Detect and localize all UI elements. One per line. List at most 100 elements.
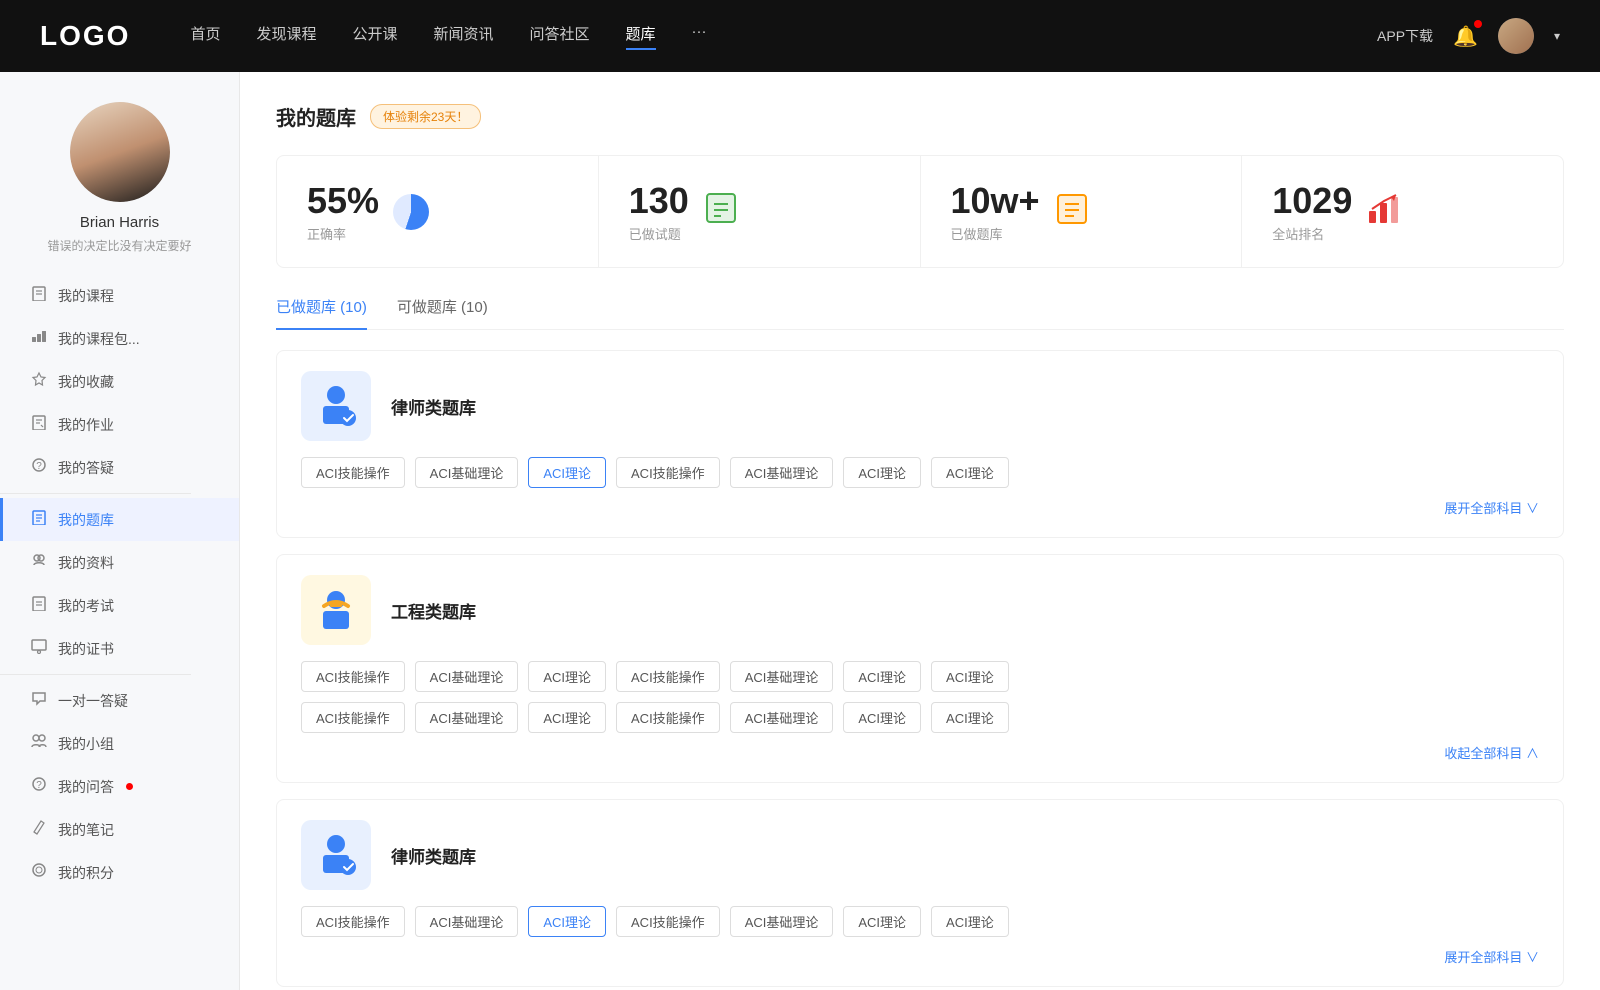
trial-badge: 体验剩余23天！ bbox=[370, 104, 481, 129]
nav-news[interactable]: 新闻资讯 bbox=[434, 23, 494, 50]
done-banks-icon bbox=[1054, 191, 1090, 232]
tab-done-banks[interactable]: 已做题库 (10) bbox=[276, 296, 367, 329]
svg-text:?: ? bbox=[36, 780, 42, 791]
tab-available-banks[interactable]: 可做题库 (10) bbox=[397, 296, 488, 329]
nav-home[interactable]: 首页 bbox=[190, 23, 220, 50]
qbank-lawyer-1-footer: 展开全部科目 ∨ bbox=[301, 498, 1539, 517]
sidebar-item-groups[interactable]: 我的小组 bbox=[0, 722, 239, 765]
sidebar-item-certificates[interactable]: 我的证书 bbox=[0, 627, 239, 670]
sidebar-item-questions-label: 我的答疑 bbox=[58, 458, 114, 478]
qbank-engineer-footer: 收起全部科目 ∧ bbox=[301, 743, 1539, 762]
tag-eng-5[interactable]: ACI基础理论 bbox=[730, 661, 834, 692]
nav-discover[interactable]: 发现课程 bbox=[256, 23, 316, 50]
expand-lawyer-1-link[interactable]: 展开全部科目 ∨ bbox=[1444, 498, 1539, 517]
sidebar-item-course-package[interactable]: 我的课程包... bbox=[0, 317, 239, 360]
sidebar-item-notes-label: 我的笔记 bbox=[58, 820, 114, 840]
tutoring-icon bbox=[30, 690, 48, 711]
avatar[interactable] bbox=[1498, 18, 1534, 54]
qbank-card-engineer: 工程类题库 ACI技能操作 ACI基础理论 ACI理论 ACI技能操作 ACI基… bbox=[276, 554, 1564, 783]
tag-eng-14[interactable]: ACI理论 bbox=[931, 702, 1009, 733]
rank-icon bbox=[1366, 191, 1402, 232]
sidebar-item-materials[interactable]: 我的资料 bbox=[0, 541, 239, 584]
sidebar-avatar-image bbox=[70, 102, 170, 202]
accuracy-pie-icon bbox=[393, 194, 429, 230]
collapse-engineer-link[interactable]: 收起全部科目 ∧ bbox=[1444, 743, 1539, 762]
tag-lawyer1-4[interactable]: ACI技能操作 bbox=[616, 457, 720, 488]
favorites-icon bbox=[30, 371, 48, 392]
notification-bell[interactable]: 🔔 bbox=[1453, 24, 1478, 49]
qbank-lawyer-2-icon-wrap bbox=[301, 820, 371, 890]
sidebar-item-questionbank[interactable]: 我的题库 bbox=[0, 498, 239, 541]
tag-lawyer2-2[interactable]: ACI基础理论 bbox=[415, 906, 519, 937]
nav-right: APP下载 🔔 ▾ bbox=[1377, 18, 1560, 54]
sidebar-item-materials-label: 我的资料 bbox=[58, 553, 114, 573]
tag-eng-9[interactable]: ACI基础理论 bbox=[415, 702, 519, 733]
sidebar-item-homework[interactable]: 我的作业 bbox=[0, 403, 239, 446]
course-package-icon bbox=[30, 328, 48, 349]
sidebar-item-notes[interactable]: 我的笔记 bbox=[0, 808, 239, 851]
notes-icon bbox=[30, 819, 48, 840]
avatar-image bbox=[1498, 18, 1534, 54]
stats-row: 55% 正确率 130 已做试题 10w+ 已做题库 bbox=[276, 155, 1564, 268]
stat-rank: 1029 全站排名 bbox=[1242, 156, 1563, 267]
nav-opencourse[interactable]: 公开课 bbox=[352, 23, 397, 50]
tag-lawyer2-4[interactable]: ACI技能操作 bbox=[616, 906, 720, 937]
nav-questionbank[interactable]: 题库 bbox=[626, 23, 656, 50]
sidebar-item-tutoring[interactable]: 一对一答疑 bbox=[0, 679, 239, 722]
engineer-icon bbox=[310, 584, 362, 636]
tag-eng-3[interactable]: ACI理论 bbox=[528, 661, 606, 692]
logo[interactable]: LOGO bbox=[40, 20, 130, 52]
qbank-lawyer-2-title: 律师类题库 bbox=[391, 843, 476, 868]
tag-lawyer1-6[interactable]: ACI理论 bbox=[843, 457, 921, 488]
sidebar-item-my-questions[interactable]: ? 我的问答 bbox=[0, 765, 239, 808]
nav-more[interactable]: ··· bbox=[692, 23, 707, 50]
tag-lawyer2-5[interactable]: ACI基础理论 bbox=[730, 906, 834, 937]
tag-eng-7[interactable]: ACI理论 bbox=[931, 661, 1009, 692]
tag-lawyer2-6[interactable]: ACI理论 bbox=[843, 906, 921, 937]
tag-lawyer2-1[interactable]: ACI技能操作 bbox=[301, 906, 405, 937]
tag-eng-12[interactable]: ACI基础理论 bbox=[730, 702, 834, 733]
exams-icon bbox=[30, 595, 48, 616]
stat-done-questions-number: 130 bbox=[629, 180, 689, 222]
sidebar-avatar bbox=[70, 102, 170, 202]
tag-lawyer1-5[interactable]: ACI基础理论 bbox=[730, 457, 834, 488]
tag-lawyer2-7[interactable]: ACI理论 bbox=[931, 906, 1009, 937]
tag-eng-13[interactable]: ACI理论 bbox=[843, 702, 921, 733]
notification-badge bbox=[1474, 20, 1482, 28]
sidebar-item-exams-label: 我的考试 bbox=[58, 596, 114, 616]
tag-eng-6[interactable]: ACI理论 bbox=[843, 661, 921, 692]
tag-eng-4[interactable]: ACI技能操作 bbox=[616, 661, 720, 692]
qbank-card-engineer-header: 工程类题库 bbox=[301, 575, 1539, 645]
sidebar-item-favorites[interactable]: 我的收藏 bbox=[0, 360, 239, 403]
qbank-card-lawyer-2: 律师类题库 ACI技能操作 ACI基础理论 ACI理论 ACI技能操作 ACI基… bbox=[276, 799, 1564, 987]
sidebar-item-groups-label: 我的小组 bbox=[58, 734, 114, 754]
sidebar-item-points[interactable]: 我的积分 bbox=[0, 851, 239, 894]
stat-done-banks-left: 10w+ 已做题库 bbox=[951, 180, 1040, 243]
sidebar-item-my-courses[interactable]: 我的课程 bbox=[0, 274, 239, 317]
stat-rank-left: 1029 全站排名 bbox=[1272, 180, 1352, 243]
qbank-card-lawyer-2-header: 律师类题库 bbox=[301, 820, 1539, 890]
tag-lawyer1-2[interactable]: ACI基础理论 bbox=[415, 457, 519, 488]
tag-eng-8[interactable]: ACI技能操作 bbox=[301, 702, 405, 733]
lawyer-2-icon bbox=[310, 829, 362, 881]
nav-qa[interactable]: 问答社区 bbox=[530, 23, 590, 50]
sidebar: Brian Harris 错误的决定比没有决定要好 我的课程 我的课程包... … bbox=[0, 72, 240, 990]
tag-eng-1[interactable]: ACI技能操作 bbox=[301, 661, 405, 692]
tag-eng-10[interactable]: ACI理论 bbox=[528, 702, 606, 733]
tag-eng-11[interactable]: ACI技能操作 bbox=[616, 702, 720, 733]
tag-lawyer1-1[interactable]: ACI技能操作 bbox=[301, 457, 405, 488]
main-content: 我的题库 体验剩余23天！ 55% 正确率 130 已做试题 bbox=[240, 72, 1600, 990]
user-dropdown-chevron[interactable]: ▾ bbox=[1554, 29, 1560, 43]
tag-lawyer1-7[interactable]: ACI理论 bbox=[931, 457, 1009, 488]
app-download-link[interactable]: APP下载 bbox=[1377, 26, 1433, 46]
sidebar-item-exams[interactable]: 我的考试 bbox=[0, 584, 239, 627]
tag-lawyer2-3[interactable]: ACI理论 bbox=[528, 906, 606, 937]
sidebar-divider-2 bbox=[0, 674, 191, 675]
nav-links: 首页 发现课程 公开课 新闻资讯 问答社区 题库 ··· bbox=[190, 23, 1377, 50]
tag-eng-2[interactable]: ACI基础理论 bbox=[415, 661, 519, 692]
expand-lawyer-2-link[interactable]: 展开全部科目 ∨ bbox=[1444, 947, 1539, 966]
sidebar-item-questions[interactable]: ? 我的答疑 bbox=[0, 446, 239, 489]
tag-lawyer1-3[interactable]: ACI理论 bbox=[528, 457, 606, 488]
qbank-engineer-title: 工程类题库 bbox=[391, 598, 476, 623]
my-questions-icon: ? bbox=[30, 776, 48, 797]
